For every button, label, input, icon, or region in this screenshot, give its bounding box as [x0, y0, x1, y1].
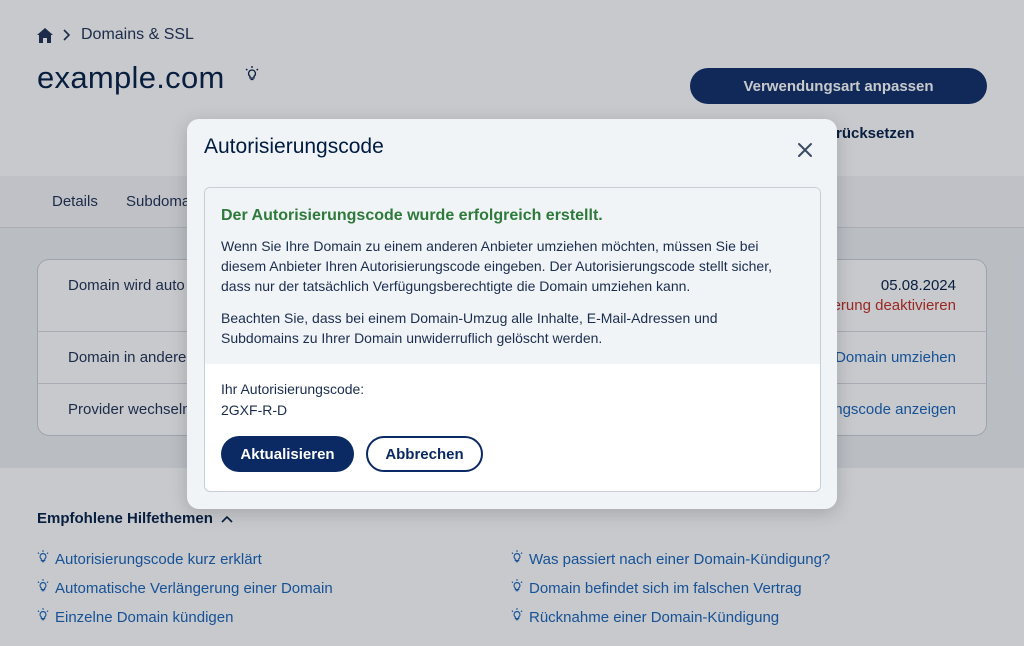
info-text-line: Subdomains zu Ihrer Domain unwiderruflic…	[221, 330, 603, 346]
auth-code-value: 2GXF-R-D	[221, 402, 288, 418]
auth-code-label: Ihr Autorisierungscode:	[221, 381, 365, 397]
info-text-line: dass nur der tatsächlich Verfügungsberec…	[221, 278, 691, 294]
success-info-block: Der Autorisierungscode wurde erfolgreich…	[205, 188, 820, 364]
update-button[interactable]: Aktualisieren	[221, 436, 354, 472]
dialog-content: Der Autorisierungscode wurde erfolgreich…	[204, 187, 821, 492]
info-text-line: Beachten Sie, dass bei einem Domain-Umzu…	[221, 310, 718, 326]
success-message: Der Autorisierungscode wurde erfolgreich…	[221, 207, 603, 224]
info-text-line: diesem Anbieter Ihren Autorisierungscode…	[221, 258, 772, 274]
auth-code-dialog: Autorisierungscode Der Autorisierungscod…	[187, 119, 837, 509]
close-icon[interactable]	[793, 138, 817, 162]
info-text-line: Wenn Sie Ihre Domain zu einem anderen An…	[221, 238, 759, 254]
cancel-button[interactable]: Abbrechen	[366, 436, 483, 472]
dialog-title: Autorisierungscode	[204, 135, 384, 158]
